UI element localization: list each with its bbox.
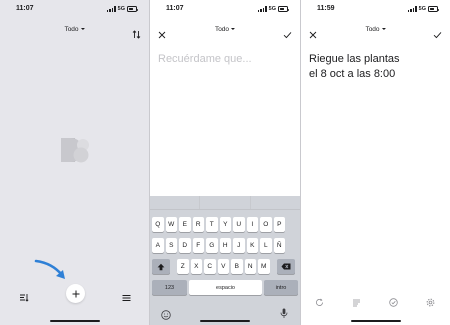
filter-label: Todo — [365, 26, 380, 33]
home-indicator — [350, 320, 401, 322]
reminder-line: Riegue las plantas — [309, 53, 400, 65]
key[interactable]: K — [246, 238, 258, 253]
empty-state-illustration — [61, 138, 89, 163]
key[interactable]: Ñ — [273, 238, 285, 253]
keyboard-row-2: A S D F G H J K L Ñ — [152, 238, 285, 253]
key[interactable]: L — [260, 238, 272, 253]
new-reminder-screen: 11:07 5G Todo Recuérdame que... Q W E R … — [150, 0, 300, 325]
chevron-down-icon — [231, 28, 236, 30]
blue-arrow-annotation — [34, 259, 65, 279]
keyboard-row-4: 123 espacio intro — [152, 280, 298, 295]
microphone-icon[interactable] — [280, 306, 288, 324]
filter-label: Todo — [214, 26, 230, 33]
key[interactable]: B — [231, 259, 243, 274]
numbers-key[interactable]: 123 — [152, 280, 187, 295]
signal-icon — [107, 6, 116, 12]
key[interactable]: F — [192, 238, 204, 253]
key[interactable]: O — [260, 217, 272, 232]
filter-dropdown[interactable]: Todo — [64, 26, 85, 33]
close-icon[interactable] — [158, 26, 166, 44]
close-icon[interactable] — [309, 26, 317, 44]
reminder-input[interactable]: Recuérdame que... — [158, 53, 252, 65]
signal-icon — [408, 6, 417, 12]
bottom-toolbar — [301, 294, 450, 307]
key[interactable]: A — [152, 238, 164, 253]
shift-icon[interactable] — [152, 259, 170, 274]
key[interactable]: P — [273, 217, 285, 232]
emoji-icon[interactable] — [161, 307, 171, 325]
key[interactable]: R — [192, 217, 204, 232]
chevron-down-icon — [381, 28, 386, 30]
home-indicator — [49, 320, 100, 322]
status-time: 11:07 — [16, 5, 34, 12]
checkmark-icon[interactable] — [433, 26, 442, 44]
keyboard-bottom-bar — [150, 301, 300, 325]
add-reminder-button[interactable] — [66, 284, 85, 303]
filter-list-icon[interactable] — [19, 289, 29, 307]
key[interactable]: N — [244, 259, 256, 274]
battery-icon — [428, 6, 439, 12]
refresh-icon[interactable] — [315, 294, 324, 312]
bottom-toolbar — [0, 284, 149, 304]
key[interactable]: E — [179, 217, 191, 232]
status-bar: 11:07 5G — [0, 5, 149, 17]
chevron-down-icon — [80, 28, 85, 30]
sort-icon[interactable] — [132, 26, 141, 44]
reminder-line: el 8 oct a las 8:00 — [309, 68, 396, 80]
network-type: 5G — [418, 6, 426, 12]
filter-dropdown[interactable]: Todo — [214, 26, 236, 33]
filter-label: Todo — [64, 26, 79, 33]
space-key[interactable]: espacio — [189, 280, 262, 295]
checkmark-icon[interactable] — [283, 26, 292, 44]
key[interactable]: T — [206, 217, 218, 232]
battery-icon — [127, 6, 138, 12]
check-circle-icon[interactable] — [389, 294, 398, 312]
top-bar: Todo — [150, 24, 300, 39]
key[interactable]: G — [206, 238, 218, 253]
keyboard-row-3: Z X C V B N M — [152, 259, 295, 274]
status-time: 11:07 — [166, 5, 184, 12]
menu-icon[interactable] — [122, 289, 131, 307]
status-time: 11:59 — [317, 5, 335, 12]
top-bar: Todo — [0, 24, 149, 39]
reminder-text[interactable]: Riegue las plantas el 8 oct a las 8:00 — [309, 52, 400, 82]
key[interactable]: V — [217, 259, 229, 274]
return-key[interactable]: intro — [264, 280, 298, 295]
backspace-icon[interactable] — [276, 259, 295, 274]
key[interactable]: W — [165, 217, 177, 232]
network-type: 5G — [117, 6, 125, 12]
keyboard-row-1: Q W E R T Y U I O P — [152, 217, 285, 232]
key[interactable]: J — [233, 238, 245, 253]
status-bar: 11:07 5G — [150, 5, 300, 17]
filter-dropdown[interactable]: Todo — [365, 26, 386, 33]
key[interactable]: S — [165, 238, 177, 253]
key[interactable]: M — [258, 259, 270, 274]
network-type: 5G — [268, 6, 276, 12]
key[interactable]: C — [204, 259, 216, 274]
home-screen: 11:07 5G Todo — [0, 0, 149, 325]
key[interactable]: U — [233, 217, 245, 232]
reminder-result-screen: 11:59 5G Todo Riegue las plantas el 8 oc… — [301, 0, 450, 325]
signal-icon — [258, 6, 267, 12]
battery-icon — [278, 6, 289, 12]
key[interactable]: Q — [152, 217, 164, 232]
key[interactable]: H — [219, 238, 231, 253]
key[interactable]: I — [246, 217, 258, 232]
predictive-bar — [150, 196, 300, 210]
key[interactable]: Y — [219, 217, 231, 232]
notes-icon[interactable] — [352, 294, 361, 312]
status-bar: 11:59 5G — [301, 5, 450, 17]
key[interactable]: Z — [177, 259, 189, 274]
home-indicator — [200, 320, 250, 322]
keyboard: Q W E R T Y U I O P A S D F G H J K L Ñ — [150, 196, 300, 325]
key[interactable]: D — [179, 238, 191, 253]
settings-icon[interactable] — [426, 294, 435, 312]
top-bar: Todo — [301, 24, 450, 39]
key[interactable]: X — [190, 259, 202, 274]
